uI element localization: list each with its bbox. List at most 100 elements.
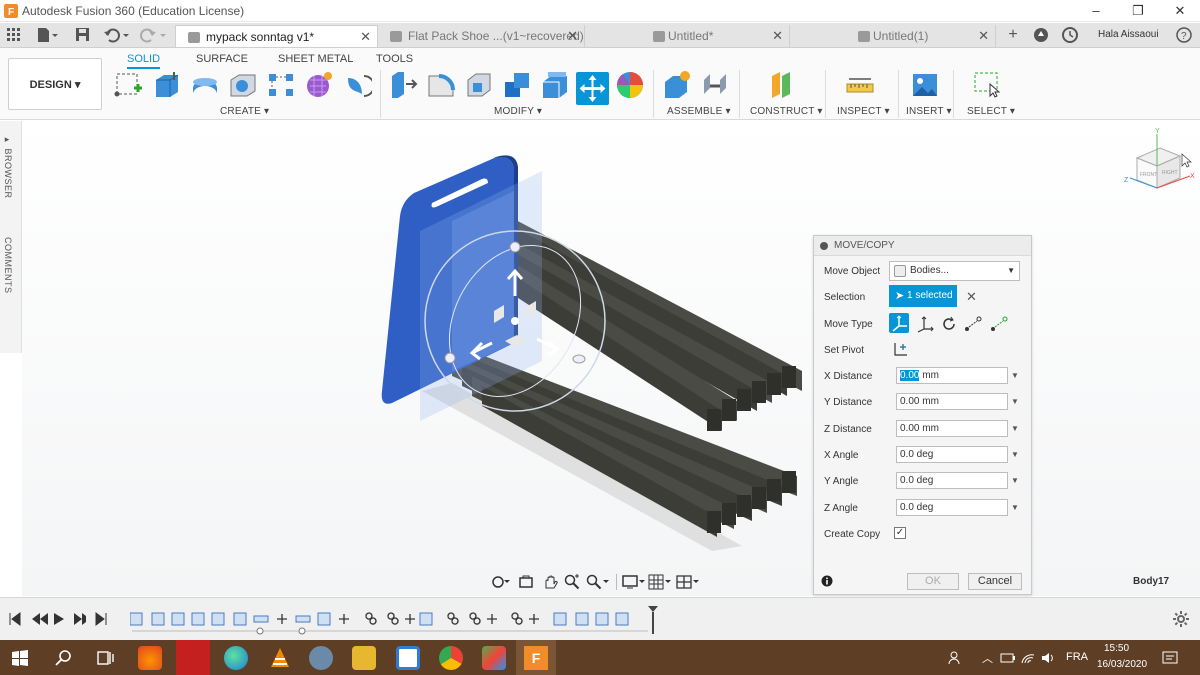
vlc-icon[interactable] [268, 646, 292, 670]
z-angle-dropdown-icon[interactable]: ▼ [1011, 503, 1019, 512]
task-view-icon[interactable] [96, 649, 114, 667]
wifi-icon[interactable] [1020, 650, 1036, 666]
group-label-create[interactable]: CREATE ▾ [220, 106, 269, 117]
clock-time[interactable]: 15:50 [1104, 643, 1129, 654]
press-pull-icon[interactable] [388, 70, 418, 100]
x-angle-dropdown-icon[interactable]: ▼ [1011, 450, 1019, 459]
new-tab-button[interactable]: + [1004, 26, 1022, 44]
maximize-button[interactable]: ❐ [1120, 1, 1156, 21]
pivot-point[interactable] [511, 317, 519, 325]
viewports-icon[interactable] [676, 574, 702, 590]
file-explorer-icon[interactable] [352, 646, 376, 670]
pan-hand-icon[interactable] [542, 574, 558, 590]
free-move-type-button[interactable] [889, 313, 909, 333]
group-label-construct[interactable]: CONSTRUCT ▾ [750, 106, 823, 117]
notification-clock-icon[interactable] [1062, 27, 1078, 43]
extrude-icon[interactable] [152, 70, 182, 100]
group-label-assemble[interactable]: ASSEMBLE ▾ [667, 106, 731, 117]
rotate-handle-top[interactable] [509, 241, 521, 253]
info-icon[interactable] [821, 575, 833, 587]
view-cube-front-label[interactable]: FRONT [1140, 172, 1157, 178]
y-angle-input[interactable]: 0.0 deg [896, 472, 1008, 489]
display-settings-icon[interactable] [622, 574, 648, 590]
look-at-icon[interactable] [518, 574, 534, 590]
tab-surface[interactable]: SURFACE [196, 53, 248, 65]
clear-selection-icon[interactable]: ✕ [966, 289, 977, 305]
set-pivot-icon[interactable] [892, 340, 910, 358]
tray-chevron-up-icon[interactable]: ︿ [982, 650, 993, 666]
browser-panel-toggle[interactable]: ▸ BROWSER [3, 135, 13, 199]
combine-icon[interactable] [502, 70, 532, 100]
redo-icon[interactable] [140, 27, 168, 43]
volume-icon[interactable] [1040, 650, 1056, 666]
workspace-switcher-button[interactable]: DESIGN ▾ [8, 58, 102, 110]
tab-mypack-sonntag[interactable]: mypack sonntag v1* ✕ [175, 25, 378, 47]
step-back-icon[interactable] [32, 613, 48, 625]
app-icon[interactable] [309, 646, 333, 670]
job-status-icon[interactable] [1033, 27, 1049, 43]
timeline-feature-strip[interactable] [129, 611, 650, 635]
group-label-insert[interactable]: INSERT ▾ [906, 106, 952, 117]
translate-move-icon[interactable] [916, 315, 934, 333]
help-icon[interactable]: ? [1176, 27, 1192, 43]
firefox-icon[interactable] [138, 646, 162, 670]
chrome-icon[interactable] [439, 646, 463, 670]
move-object-dropdown[interactable]: Bodies... ▼ [889, 261, 1020, 281]
edge-icon[interactable] [224, 646, 248, 670]
group-label-modify[interactable]: MODIFY ▾ [494, 106, 542, 117]
hole-icon[interactable] [228, 70, 258, 100]
close-tab-icon[interactable]: ✕ [360, 26, 371, 47]
tab-sheet-metal[interactable]: SHEET METAL [278, 53, 353, 65]
search-icon[interactable] [55, 649, 73, 667]
orbit-icon[interactable] [490, 574, 510, 590]
close-tab-icon[interactable]: ✕ [978, 25, 989, 47]
zoom-icon[interactable] [564, 574, 580, 590]
measure-icon[interactable] [845, 70, 875, 100]
windows-start-icon[interactable] [12, 650, 28, 666]
mirror-icon[interactable] [342, 70, 372, 100]
rotate-handle-right[interactable] [572, 354, 586, 364]
x-distance-input[interactable]: 0.00 mm [896, 367, 1008, 384]
cancel-button[interactable]: Cancel [968, 573, 1022, 590]
app-window-icon[interactable] [396, 646, 420, 670]
y-distance-input[interactable]: 0.00 mm [896, 393, 1008, 410]
create-sketch-icon[interactable] [114, 70, 144, 100]
close-window-button[interactable]: ✕ [1162, 1, 1198, 21]
x-distance-dropdown-icon[interactable]: ▼ [1011, 371, 1019, 380]
go-to-start-icon[interactable] [9, 612, 21, 626]
data-panel-grid-icon[interactable] [7, 28, 21, 42]
y-distance-dropdown-icon[interactable]: ▼ [1011, 397, 1019, 406]
people-icon[interactable] [948, 650, 964, 666]
app-colorful-icon[interactable] [482, 646, 506, 670]
tab-tools[interactable]: TOOLS [376, 53, 413, 65]
collapse-dialog-icon[interactable] [820, 242, 828, 250]
tab-untitled[interactable]: Untitled* ✕ [588, 25, 790, 47]
revolve-icon[interactable] [190, 70, 220, 100]
close-tab-icon[interactable]: ✕ [772, 25, 783, 47]
offset-plane-icon[interactable] [766, 70, 796, 100]
comments-panel-toggle[interactable]: COMMENTS [3, 237, 13, 294]
red-app-taskbar-button[interactable] [176, 640, 210, 675]
rotate-handle-left[interactable] [444, 352, 456, 364]
grid-snaps-icon[interactable] [648, 574, 674, 590]
timeline-features[interactable] [129, 611, 650, 635]
user-name[interactable]: Hala Aissaoui [1098, 29, 1159, 40]
x-angle-input[interactable]: 0.0 deg [896, 446, 1008, 463]
file-menu-icon[interactable] [36, 27, 58, 43]
z-distance-dropdown-icon[interactable]: ▼ [1011, 424, 1019, 433]
window-select-icon[interactable] [972, 70, 1002, 100]
language-indicator[interactable]: FRA [1066, 651, 1088, 663]
dialog-header[interactable]: MOVE/COPY [814, 236, 1031, 256]
create-form-icon[interactable] [304, 70, 334, 100]
clock-date[interactable]: 16/03/2020 [1097, 659, 1147, 670]
minimize-button[interactable]: – [1078, 1, 1114, 21]
create-copy-checkbox[interactable]: ✓ [894, 527, 906, 539]
battery-icon[interactable] [1000, 651, 1016, 665]
shell-icon[interactable] [464, 70, 494, 100]
play-icon[interactable] [54, 613, 64, 625]
fusion-taskbar-button-active[interactable]: F [516, 640, 556, 675]
view-cube-right-label[interactable]: RIGHT [1162, 170, 1178, 176]
new-component-icon[interactable] [662, 70, 692, 100]
joint-icon[interactable] [700, 70, 730, 100]
ok-button[interactable]: OK [907, 573, 959, 590]
